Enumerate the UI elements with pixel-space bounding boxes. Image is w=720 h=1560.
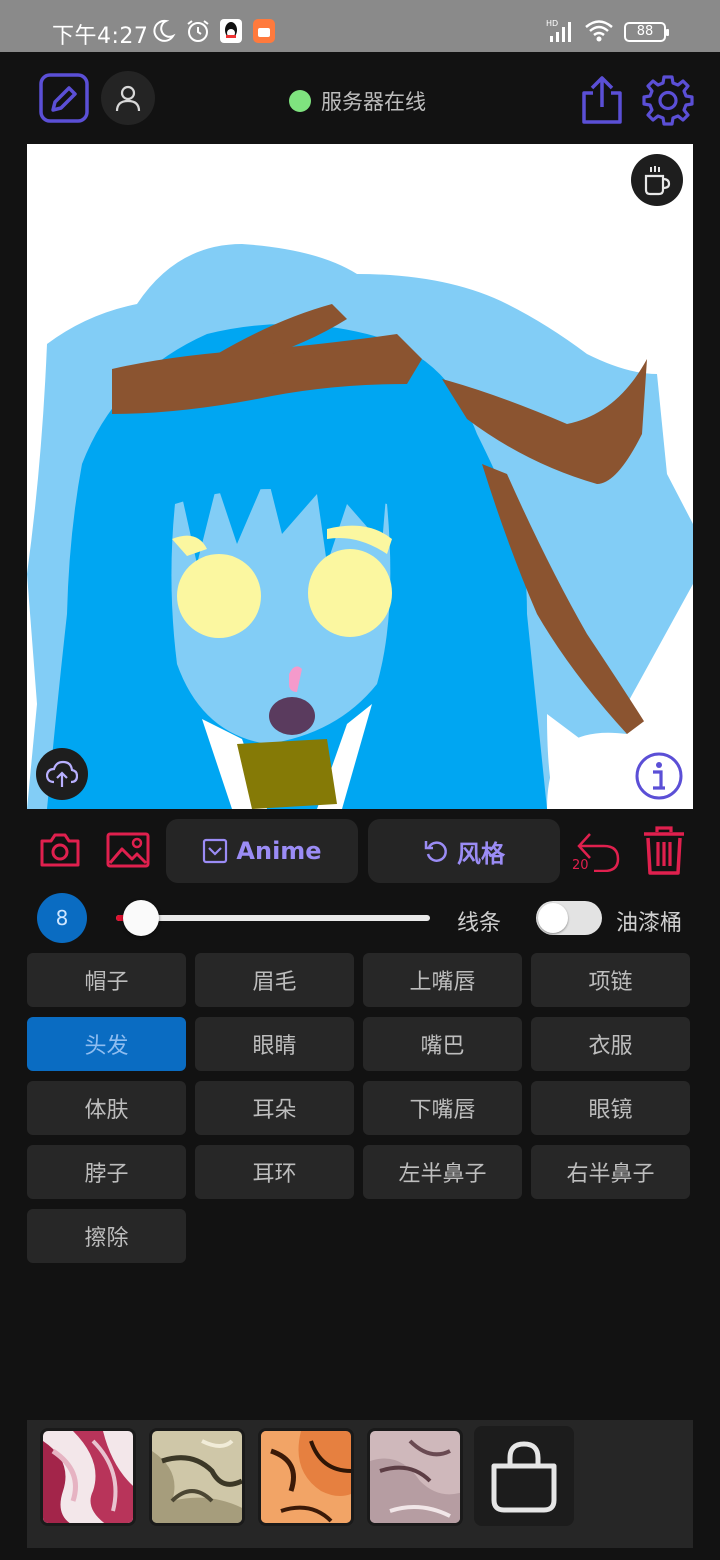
style-thumbnail-1[interactable] (40, 1428, 136, 1526)
part-button[interactable]: 衣服 (531, 1017, 690, 1071)
share-icon (582, 76, 622, 124)
coffee-button[interactable] (631, 154, 683, 206)
trash-icon (644, 826, 684, 875)
server-status: 服务器在线 (289, 86, 426, 116)
sketch-drawing (27, 244, 693, 809)
settings-icon (642, 75, 694, 126)
part-button[interactable]: 眼睛 (195, 1017, 354, 1071)
shopping-bag-icon (491, 1441, 557, 1513)
style-thumbnail-4[interactable] (367, 1428, 463, 1526)
user-button[interactable] (101, 71, 155, 125)
part-button[interactable]: 嘴巴 (363, 1017, 522, 1071)
settings-button[interactable] (642, 74, 694, 126)
style-label: 风格 (457, 839, 505, 868)
style-strip (27, 1420, 693, 1548)
style-thumbnail-2[interactable] (149, 1428, 245, 1526)
server-status-label: 服务器在线 (321, 90, 426, 114)
anime-label: Anime (236, 837, 322, 865)
cloud-upload-button[interactable] (36, 748, 88, 800)
wifi-icon (585, 20, 613, 42)
shop-button[interactable] (474, 1426, 574, 1526)
paint-bucket-label: 油漆桶 (616, 911, 683, 936)
top-bar: 服务器在线 (0, 52, 720, 144)
status-time: 下午4:27 (52, 24, 149, 49)
style-button[interactable]: 风格 (368, 819, 560, 883)
app-notification-icon (253, 19, 275, 43)
brush-size-slider-thumb[interactable] (123, 900, 159, 936)
info-icon (635, 752, 683, 800)
camera-icon (40, 833, 80, 867)
part-button[interactable]: 耳朵 (195, 1081, 354, 1135)
part-button[interactable]: 下嘴唇 (363, 1081, 522, 1135)
info-button[interactable] (633, 750, 685, 802)
battery-indicator: 88 (624, 22, 669, 42)
anime-button[interactable]: Anime (166, 819, 358, 883)
user-icon (115, 85, 141, 112)
part-button[interactable]: 头发 (27, 1017, 186, 1071)
hd-signal-icon: HD (546, 19, 571, 42)
paint-bucket-toggle-knob (538, 903, 568, 933)
brush-size-badge: 8 (37, 893, 87, 943)
paint-bucket-toggle[interactable] (536, 901, 602, 935)
cloud-upload-icon (46, 760, 78, 787)
qq-icon (220, 19, 242, 43)
moon-icon (153, 19, 176, 42)
refresh-icon (424, 841, 447, 862)
eye-right (308, 549, 392, 637)
image-icon (106, 832, 150, 868)
brush-size-slider-track[interactable] (116, 915, 430, 921)
part-button[interactable]: 体肤 (27, 1081, 186, 1135)
style-thumbnail-3[interactable] (258, 1428, 354, 1526)
coffee-icon (644, 166, 671, 196)
status-bar: 下午4:27 HD 88 (0, 0, 720, 52)
eye-left (177, 554, 261, 638)
part-button[interactable]: 擦除 (27, 1209, 186, 1263)
image-button[interactable] (104, 830, 152, 870)
mail-icon (203, 838, 228, 864)
part-button[interactable]: 上嘴唇 (363, 953, 522, 1007)
part-button[interactable]: 耳环 (195, 1145, 354, 1199)
part-button[interactable]: 左半鼻子 (363, 1145, 522, 1199)
part-selector-grid: 帽子 眉毛 上嘴唇 项链头发 眼睛 嘴巴 衣服体肤 耳朵 下嘴唇 眼镜脖子 耳环 左半鼻子 右半鼻子擦除 (27, 953, 691, 1263)
part-button[interactable]: 右半鼻子 (531, 1145, 690, 1199)
camera-button[interactable] (38, 830, 82, 870)
part-button[interactable]: 脖子 (27, 1145, 186, 1199)
line-mode-label: 线条 (457, 911, 502, 936)
toolbar: Anime 风格 20 (0, 818, 720, 884)
status-dot (289, 90, 311, 112)
edit-icon (39, 73, 89, 123)
svg-text:HD: HD (546, 19, 558, 28)
delete-button[interactable] (640, 826, 688, 876)
share-button[interactable] (578, 74, 626, 126)
alarm-icon (187, 20, 209, 42)
drawing-canvas[interactable] (27, 144, 693, 809)
mouth (269, 697, 315, 735)
edit-button[interactable] (37, 71, 91, 125)
part-button[interactable]: 眼镜 (531, 1081, 690, 1135)
undo-count: 20 (572, 858, 589, 873)
part-button[interactable]: 项链 (531, 953, 690, 1007)
part-button[interactable]: 眉毛 (195, 953, 354, 1007)
brush-settings: 8 线条 油漆桶 (0, 892, 720, 944)
part-button[interactable]: 帽子 (27, 953, 186, 1007)
neck-region (237, 739, 337, 809)
